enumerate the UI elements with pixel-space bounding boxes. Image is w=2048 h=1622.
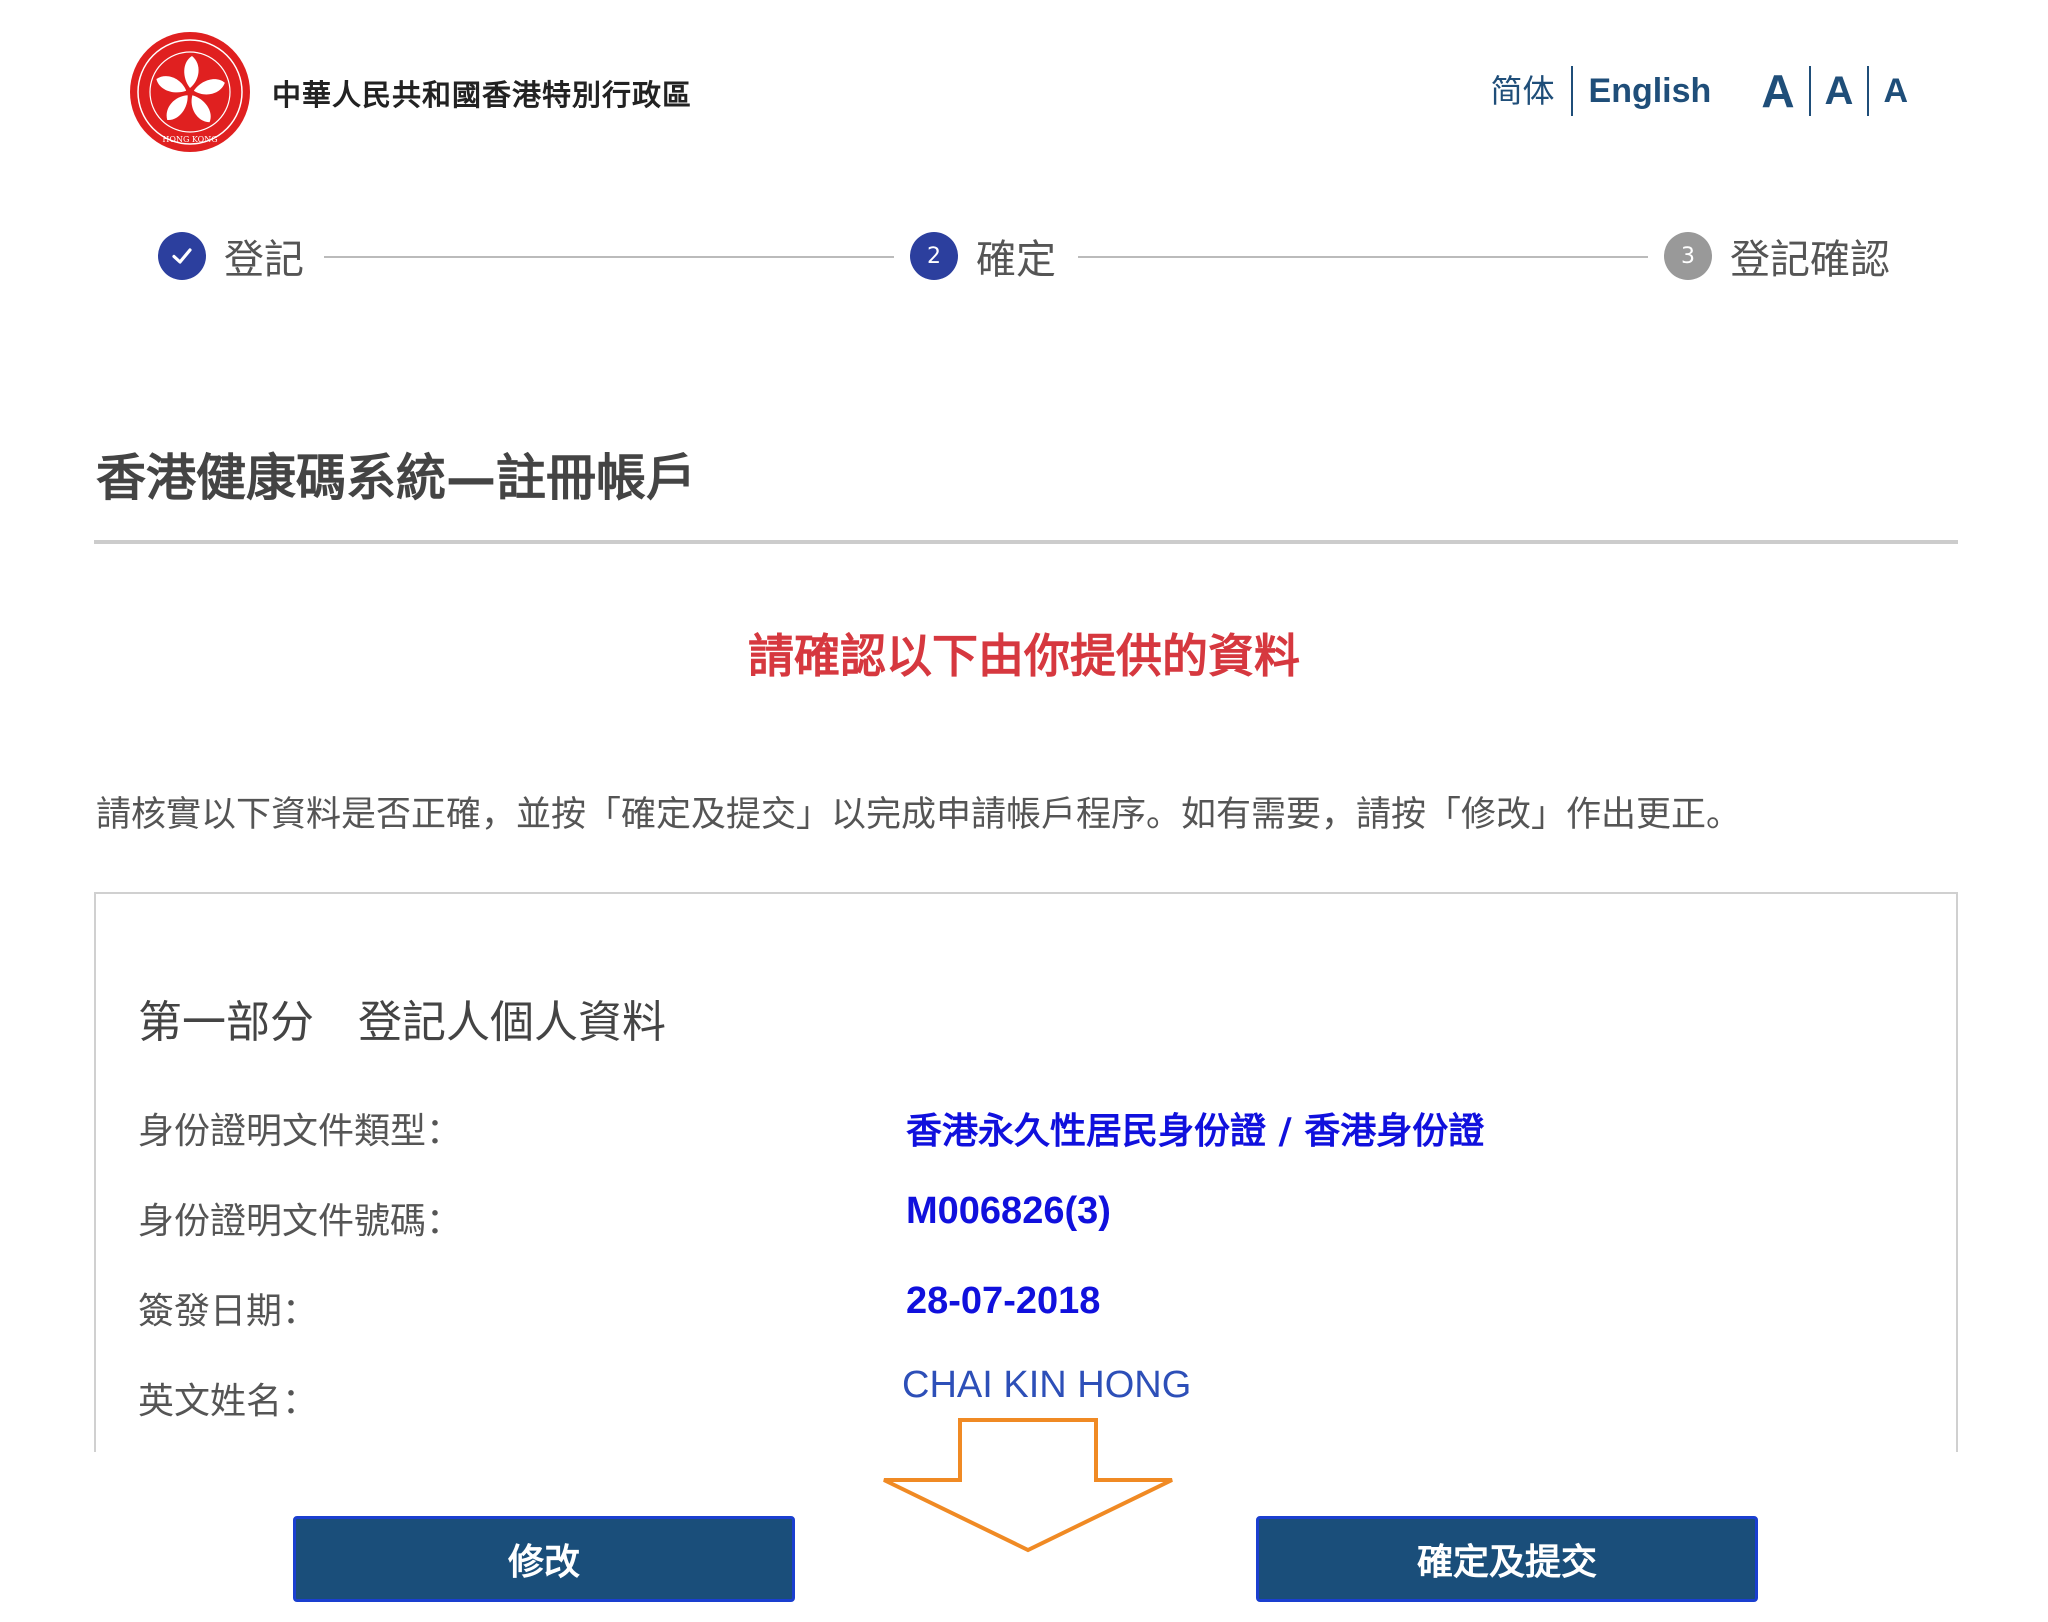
step-register: 登記 xyxy=(158,228,304,284)
confirm-heading: 請確認以下由你提供的資料 xyxy=(748,629,1300,683)
step-label: 登記 xyxy=(224,237,304,283)
page-header: HONG KONG 中華人民共和國香港特別行政區 简体 English A A … xyxy=(0,0,2048,170)
issue-date-label: 簽發日期： xyxy=(138,1291,319,1332)
emblem-ring-text: HONG KONG xyxy=(162,135,217,144)
step-registration-confirmation: 3 登記確認 xyxy=(1664,228,1890,284)
lang-simplified-link[interactable]: 简体 xyxy=(1475,62,1571,120)
down-arrow-icon xyxy=(883,1418,1173,1553)
page-title: 香港健康碼系統—註冊帳戶 xyxy=(96,449,696,507)
font-size-medium-button[interactable]: A xyxy=(1811,62,1868,120)
doc-type-label: 身份證明文件類型： xyxy=(138,1111,463,1152)
progress-stepper: 登記 2 確定 3 登記確認 xyxy=(158,228,1890,284)
government-name: 中華人民共和國香港特別行政區 xyxy=(272,78,693,112)
step-number: 3 xyxy=(1664,232,1712,280)
hksar-emblem-icon: HONG KONG xyxy=(130,32,250,152)
doc-type-value: 香港永久性居民身份證 / 香港身份證 xyxy=(906,1111,1485,1152)
language-and-font-bar: 简体 English A A A xyxy=(1475,62,1923,120)
font-size-large-button[interactable]: A xyxy=(1727,62,1808,120)
section-title: 第一部分 登記人個人資料 xyxy=(138,997,666,1048)
doc-number-label: 身份證明文件號碼： xyxy=(138,1201,463,1242)
step-confirm: 2 確定 xyxy=(910,228,1056,284)
modify-button[interactable]: 修改 xyxy=(293,1516,795,1602)
check-icon xyxy=(158,232,206,280)
font-size-small-button[interactable]: A xyxy=(1869,62,1922,120)
instruction-text: 請核實以下資料是否正確，並按「確定及提交」以完成申請帳戶程序。如有需要，請按「修… xyxy=(96,795,1742,835)
step-connector xyxy=(324,256,894,258)
lang-english-link[interactable]: English xyxy=(1573,62,1728,120)
english-name-label: 英文姓名： xyxy=(138,1381,319,1422)
personal-details-panel: 第一部分 登記人個人資料 身份證明文件類型： 香港永久性居民身份證 / 香港身份… xyxy=(94,892,1958,1452)
step-connector xyxy=(1078,256,1648,258)
issue-date-value: 28-07-2018 xyxy=(906,1280,1101,1322)
step-number: 2 xyxy=(910,232,958,280)
step-label: 確定 xyxy=(976,237,1056,283)
step-label: 登記確認 xyxy=(1730,237,1890,283)
confirm-submit-button[interactable]: 確定及提交 xyxy=(1256,1516,1758,1602)
english-name-value: CHAI KIN HONG xyxy=(902,1364,1192,1406)
doc-number-value: M006826(3) xyxy=(906,1190,1111,1232)
title-divider xyxy=(94,540,1958,544)
